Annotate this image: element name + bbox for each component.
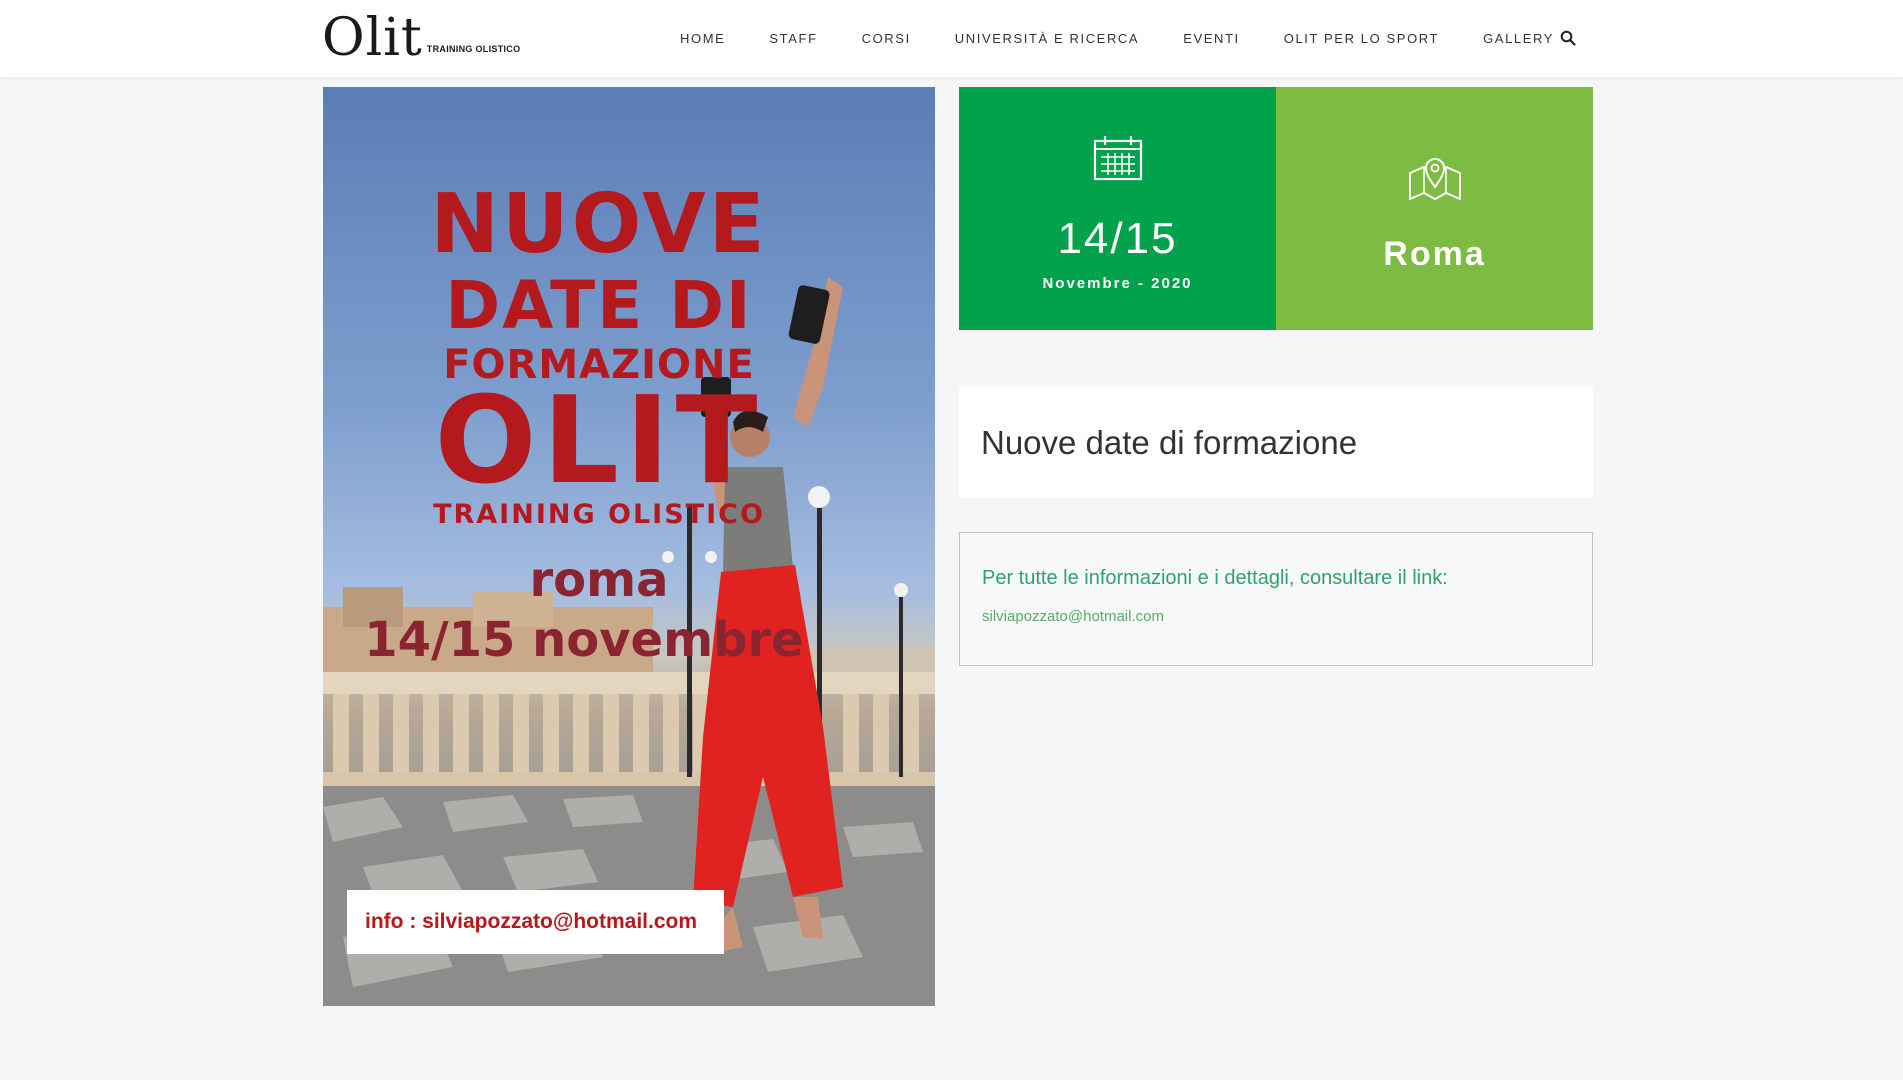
event-contact-link[interactable]: silviapozzato@hotmail.com — [982, 608, 1570, 625]
poster-headline-5: TRAINING OLISTICO — [433, 499, 765, 530]
poster-headline-2: DATE DI — [445, 267, 753, 344]
nav-olit-per-lo-sport[interactable]: OLIT PER LO SPORT — [1284, 31, 1439, 46]
logo-subtitle: TRAINING OLISTICO — [426, 44, 521, 54]
main-nav: HOME STAFF CORSI UNIVERSITÀ E RICERCA EV… — [680, 0, 1598, 77]
event-info-box: Per tutte le informazioni e i dettagli, … — [959, 532, 1593, 666]
site-header: Olit TRAINING OLISTICO HOME STAFF CORSI … — [0, 0, 1903, 77]
site-logo[interactable]: Olit TRAINING OLISTICO — [322, 12, 522, 64]
poster-headline-1: NUOVE — [430, 177, 768, 272]
event-date-days: 14/15 — [1057, 214, 1178, 263]
map-pin-icon — [1406, 155, 1464, 206]
poster-dates: 14/15 novembre — [364, 612, 804, 668]
search-icon[interactable] — [1560, 30, 1576, 46]
nav-eventi[interactable]: EVENTI — [1183, 31, 1240, 46]
nav-universita-ricerca[interactable]: UNIVERSITÀ E RICERCA — [955, 31, 1139, 46]
event-date-tile: 14/15 Novembre - 2020 — [959, 87, 1276, 330]
event-place-name: Roma — [1383, 235, 1486, 273]
event-date-month-year: Novembre - 2020 — [1042, 275, 1193, 292]
logo-mark: Olit — [322, 8, 423, 68]
poster-headline-4: OLIT — [434, 372, 764, 511]
calendar-icon — [1093, 135, 1143, 186]
event-place-tile: Roma — [1276, 87, 1593, 330]
event-info-text: Per tutte le informazioni e i dettagli, … — [982, 567, 1448, 589]
nav-staff[interactable]: STAFF — [769, 31, 817, 46]
event-title-card: Nuove date di formazione — [959, 387, 1593, 498]
poster-city: roma — [529, 552, 669, 608]
event-title: Nuove date di formazione — [981, 423, 1358, 461]
nav-gallery[interactable]: GALLERY — [1483, 31, 1554, 46]
nav-corsi[interactable]: CORSI — [862, 31, 911, 46]
poster-info-box: info : silviapozzato@hotmail.com — [347, 890, 724, 954]
event-poster-image: NUOVE DATE DI FORMAZIONE OLIT TRAINING O… — [323, 87, 935, 1006]
nav-home[interactable]: HOME — [680, 31, 725, 46]
